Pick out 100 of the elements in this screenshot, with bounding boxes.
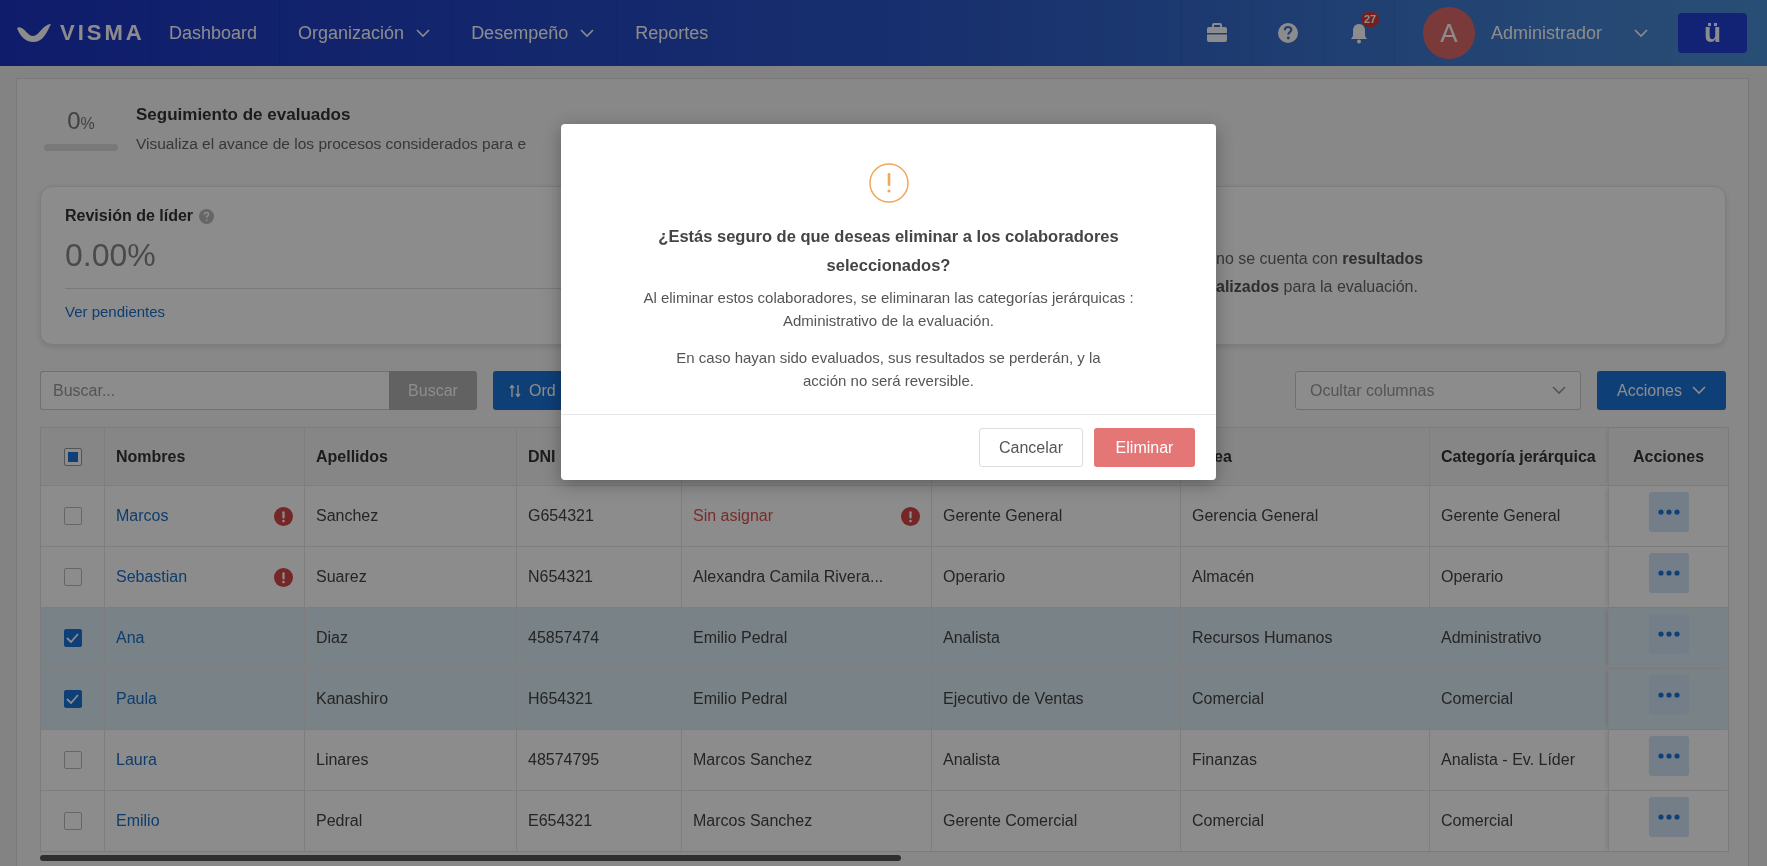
scrollbar-thumb[interactable] (40, 855, 901, 861)
dialog-text: En caso hayan sido evaluados, sus resultados se perderán, y la acción no será reversible. (675, 348, 1102, 391)
table-cell: Comercial (1441, 690, 1513, 708)
section-subtitle: Visualiza el avance de los procesos considerados para e (136, 135, 527, 153)
name-link[interactable]: Paula (116, 690, 157, 708)
name-link[interactable]: Marcos (116, 507, 169, 525)
name-link[interactable]: Laura (116, 751, 157, 769)
nav-item[interactable]: Organización (279, 0, 453, 66)
card-note-text: no se cuenta con resultados (1216, 248, 1424, 269)
table-cell: Diaz (316, 629, 348, 647)
table-cell: Sin asignar (693, 507, 774, 525)
table-cell: Recursos Humanos (1192, 629, 1333, 647)
checkbox[interactable] (63, 751, 82, 769)
more-button[interactable] (1648, 614, 1689, 654)
dialog-title: ¿Estás seguro de que deseas eliminar a los colaboradores seleccionados? (657, 226, 1120, 276)
more-button[interactable] (1648, 797, 1689, 837)
checkbox[interactable] (63, 568, 82, 586)
table-cell: Sanchez (316, 507, 379, 525)
name-link[interactable]: Sebastian (116, 568, 188, 586)
help-icon[interactable] (199, 208, 215, 224)
notification-badge: 27 (1360, 12, 1380, 27)
user-avatar[interactable]: A (1422, 7, 1475, 59)
checkbox[interactable] (63, 629, 82, 647)
table-cell: Analista (943, 751, 1000, 769)
table-cell: Emilio Pedral (693, 690, 788, 708)
table-cell: Finanzas (1192, 751, 1257, 769)
more-icon (1657, 814, 1680, 820)
table-cell: Comercial (1192, 812, 1264, 830)
table-cell: 48574795 (528, 751, 600, 769)
table-cell: Linares (316, 751, 369, 769)
section-title: Seguimiento de evaluados (136, 105, 352, 125)
column-header[interactable]: DNI (528, 447, 556, 466)
view-pending-link[interactable]: Ver pendientes (65, 303, 166, 320)
table-cell: Gerencia General (1192, 507, 1319, 525)
table-cell: Ejecutivo de Ventas (943, 690, 1084, 708)
nav-item[interactable]: Reportes (616, 0, 731, 66)
checkbox[interactable] (63, 690, 82, 708)
column-header[interactable]: Categoría jerárquica (1441, 447, 1596, 466)
more-button[interactable] (1648, 675, 1689, 715)
more-icon (1657, 570, 1680, 576)
nav-item[interactable]: Desempeño (452, 0, 617, 66)
delete-button[interactable]: Eliminar (1094, 428, 1195, 467)
warning-icon (868, 163, 909, 203)
table-cell: 45857474 (528, 629, 600, 647)
table-cell: Gerente Comercial (943, 812, 1078, 830)
table-cell: Suarez (316, 568, 367, 586)
columns-dropdown[interactable]: Ocultar columnas (1295, 371, 1581, 410)
help-icon (1276, 22, 1299, 44)
actions-button[interactable]: Acciones (1597, 371, 1726, 410)
card-title: Revisión de líder (65, 207, 194, 225)
user-name[interactable]: Administrador (1490, 22, 1602, 44)
more-button[interactable] (1648, 553, 1689, 593)
more-button[interactable] (1648, 736, 1689, 776)
more-icon (1657, 692, 1680, 698)
notifications-button[interactable]: 27 (1322, 0, 1394, 66)
column-header[interactable]: Nombres (116, 447, 186, 466)
name-link[interactable]: Emilio (116, 812, 160, 830)
logo-icon (16, 22, 52, 44)
table-cell: Comercial (1192, 690, 1264, 708)
nav-item[interactable]: Dashboard (150, 0, 280, 66)
table-cell: Gerente General (943, 507, 1063, 525)
name-link[interactable]: Ana (116, 629, 145, 647)
table-cell: Analista (943, 629, 1000, 647)
search-field[interactable]: Buscar... (40, 371, 389, 410)
chevron-icon (1691, 386, 1706, 395)
sort-icon (509, 383, 521, 398)
table-cell: Marcos Sanchez (693, 751, 813, 769)
cancel-button[interactable]: Cancelar (979, 428, 1083, 467)
table-cell: Pedral (316, 812, 363, 830)
card-value: 0.00% (65, 237, 157, 274)
table-cell: Emilio Pedral (693, 629, 788, 647)
table-cell: Almacén (1192, 568, 1255, 586)
chevron-icon[interactable] (1634, 28, 1648, 38)
table-cell: G654321 (528, 507, 594, 525)
sort-button[interactable]: Ord (493, 371, 562, 410)
more-icon (1657, 753, 1680, 759)
briefcase-icon (1205, 22, 1228, 44)
more-button[interactable] (1648, 492, 1689, 532)
table-cell: Comercial (1441, 812, 1513, 830)
table-cell: Operario (1441, 568, 1504, 586)
card-note-text: alizados para la evaluación. (1216, 276, 1419, 297)
chevron-icon (1552, 386, 1566, 395)
progress-percent: 0% (67, 107, 95, 136)
table-cell: E654321 (528, 812, 593, 830)
table-cell: Operario (943, 568, 1006, 586)
checkbox[interactable] (63, 507, 82, 525)
table-cell: Gerente General (1441, 507, 1561, 525)
table-cell: Kanashiro (316, 690, 389, 708)
table-cell: N654321 (528, 568, 593, 586)
app-button[interactable]: ü (1678, 13, 1747, 53)
table-cell: Analista - Ev. Líder (1441, 751, 1575, 769)
checkbox[interactable] (63, 447, 82, 466)
table-cell: H654321 (528, 690, 593, 708)
table-cell: Administrativo (1441, 629, 1542, 647)
more-icon (1657, 509, 1680, 515)
logo-text: VISMA (60, 20, 145, 46)
checkbox[interactable] (63, 812, 82, 830)
table-cell: Marcos Sanchez (693, 812, 813, 830)
column-header[interactable]: Apellidos (316, 447, 388, 466)
column-header[interactable]: Acciones (1632, 447, 1705, 466)
